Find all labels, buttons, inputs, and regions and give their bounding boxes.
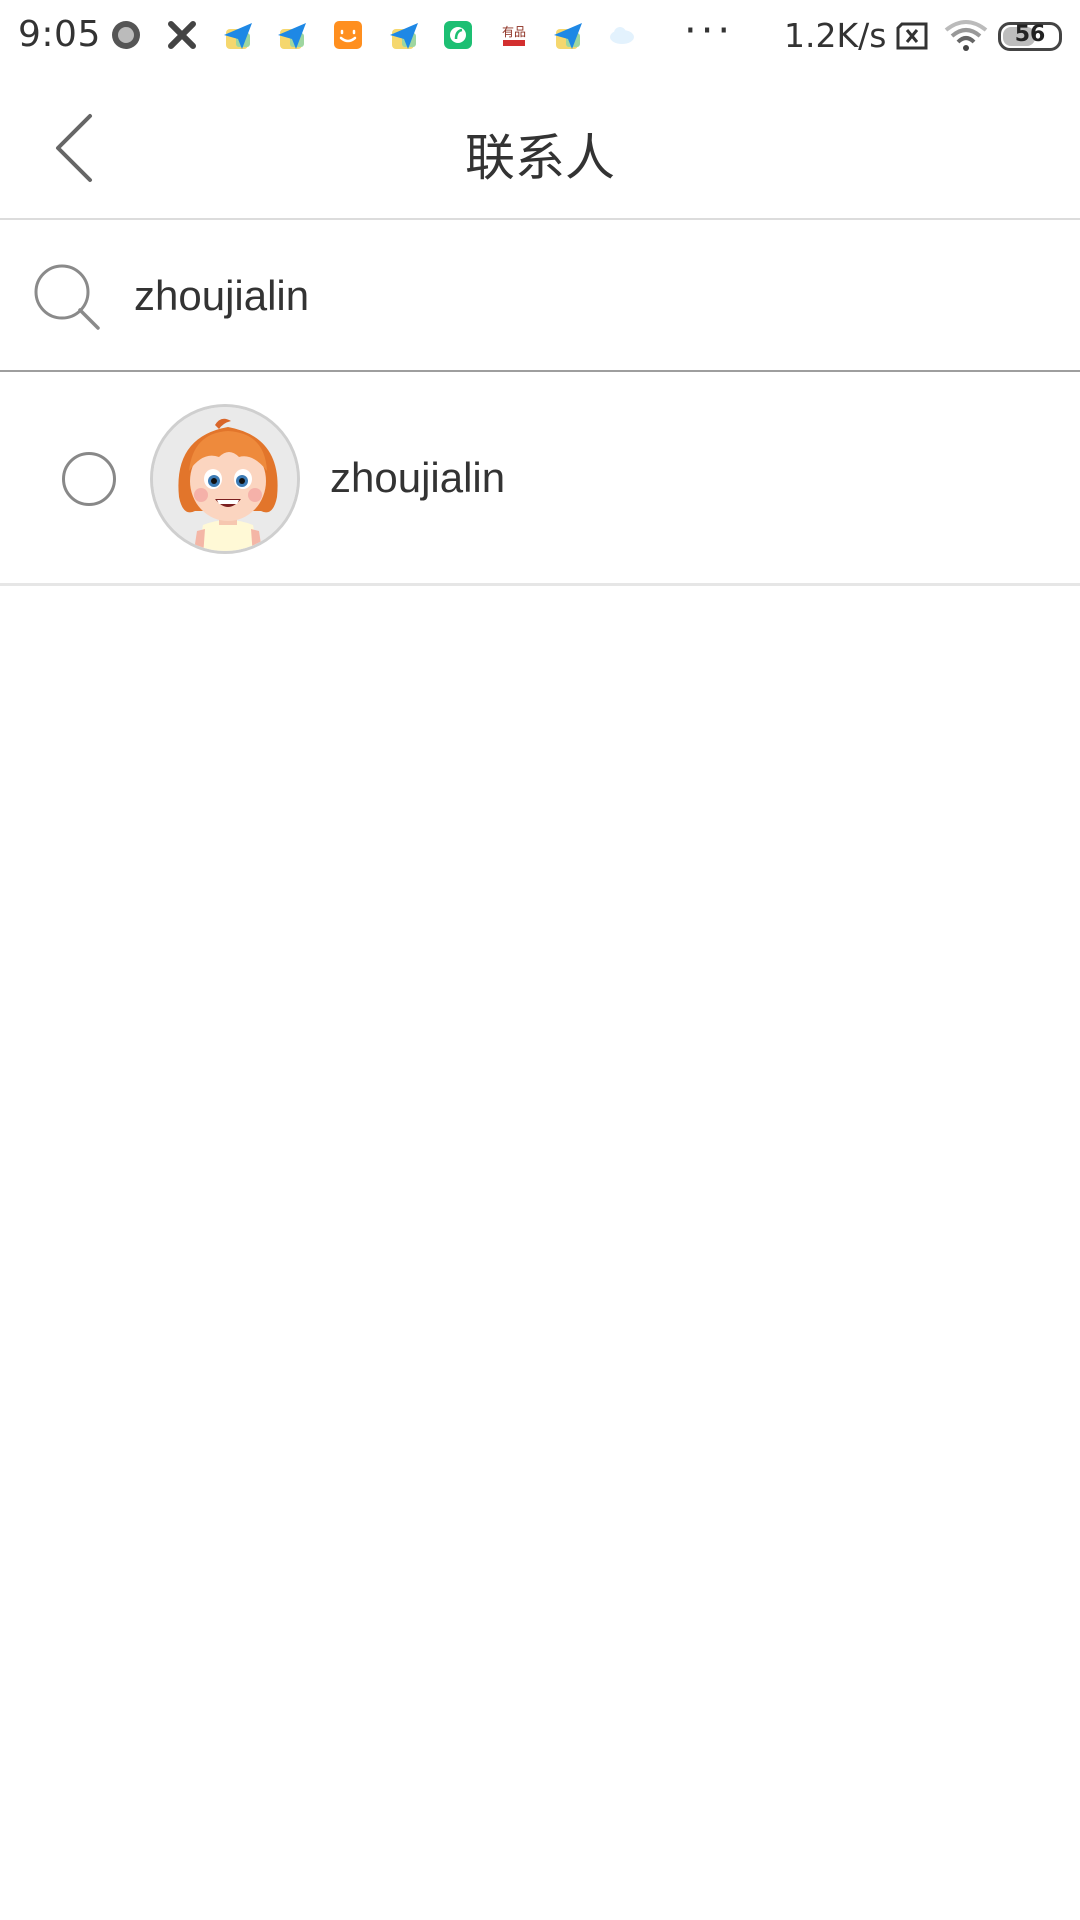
select-radio[interactable] (62, 452, 116, 506)
contact-name: zhoujialin (330, 454, 506, 501)
status-more-indicator: ··· (684, 8, 735, 54)
svg-text:有品: 有品 (502, 25, 526, 39)
contact-list-item[interactable]: zhoujialin (0, 374, 1080, 586)
send-app-icon (224, 23, 252, 49)
send-app-icon (390, 23, 418, 49)
record-icon (112, 21, 140, 49)
search-input[interactable] (134, 264, 1014, 328)
cartoon-girl-avatar-icon (153, 407, 297, 551)
battery-level: 56 (1014, 22, 1046, 47)
wifi-icon (944, 20, 988, 51)
send-app-icon (278, 23, 306, 49)
sim-x-icon (896, 22, 928, 50)
close-x-icon (168, 21, 196, 49)
avatar (150, 404, 300, 554)
send-app-icon (554, 23, 582, 49)
status-time: 9:05 (18, 14, 101, 55)
app-header: 联系人 (0, 74, 1080, 220)
taobao-icon (334, 21, 362, 49)
network-speed: 1.2K/s (784, 16, 887, 55)
wechat-like-icon (444, 21, 472, 49)
page-title: 联系人 (465, 129, 615, 187)
battery-icon: 56 (998, 22, 1062, 51)
search-icon (34, 264, 100, 330)
status-bar: 9:05 有品 ··· 1.2K/s 56 (0, 0, 1080, 74)
cloud-icon (610, 27, 634, 44)
youpin-icon: 有品 (502, 23, 526, 46)
search-bar (0, 220, 1080, 372)
